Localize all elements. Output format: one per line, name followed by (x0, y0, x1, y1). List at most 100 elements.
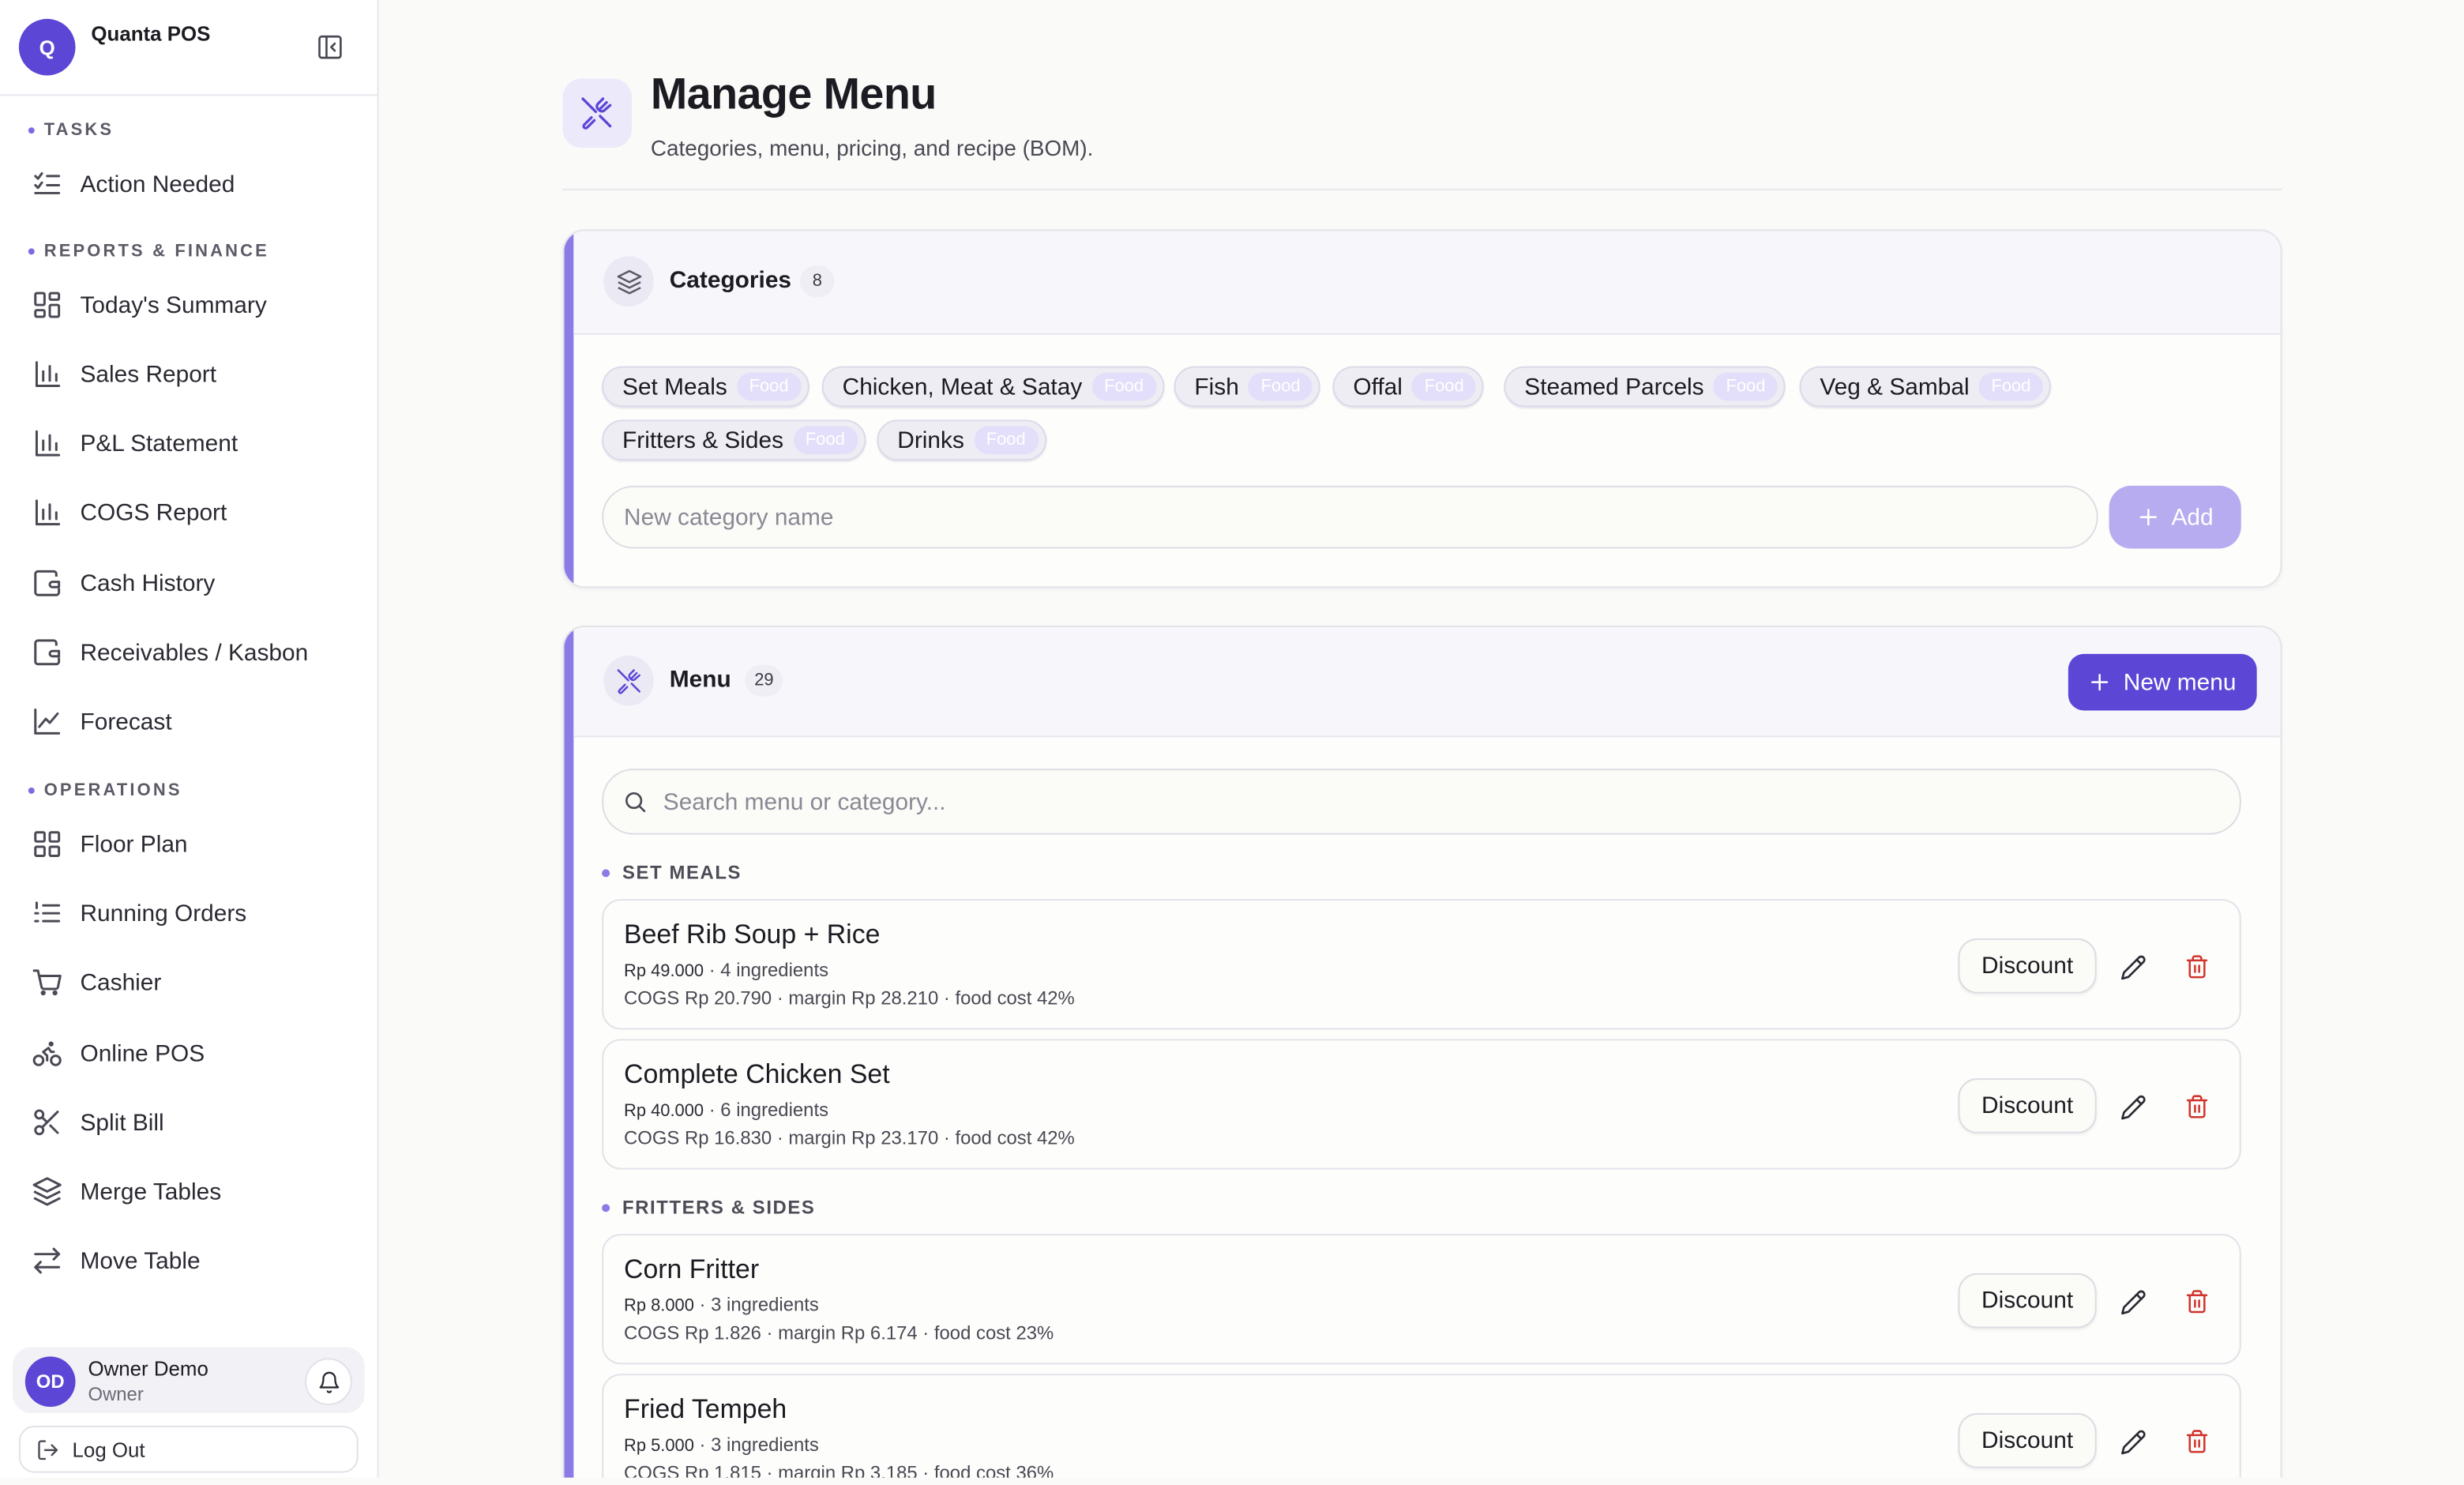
trash-icon (2186, 1095, 2208, 1118)
menu-item-ingredients: · 6 ingredients (708, 1099, 829, 1121)
menu-item-cogs: COGS Rp 16.830 · margin Rp 23.170 · food… (624, 1126, 1075, 1149)
chip-label: Steamed Parcels (1524, 373, 1704, 400)
chip-label: Drinks (897, 427, 964, 454)
new-category-input[interactable]: New category name (602, 485, 2098, 549)
categories-card: Categories 8 Set Meals Food Chicken, Meat… (562, 229, 2282, 588)
collapse-sidebar-button[interactable] (313, 32, 347, 63)
brand-logo: Q (18, 18, 76, 76)
pencil-icon (2120, 954, 2145, 979)
sidebar-item-label: Cash History (80, 570, 216, 597)
sidebar-item-move-table[interactable]: Move Table (19, 1232, 359, 1289)
chip-label: Fish (1194, 373, 1239, 400)
menu-item-price: Rp 8.000 (624, 1296, 694, 1316)
trash-icon (2186, 955, 2208, 979)
menu-item-row[interactable]: Corn Fritter Rp 8.000 · 3 ingredients CO… (602, 1234, 2241, 1365)
edit-button[interactable] (2116, 1089, 2150, 1124)
category-chip-fritters-sides[interactable]: Fritters & Sides Food (602, 419, 866, 461)
checklist-icon (34, 172, 61, 194)
discount-button[interactable]: Discount (1958, 1273, 2097, 1329)
category-chip-offal[interactable]: Offal Food (1332, 366, 1485, 408)
menu-item-name: Complete Chicken Set (624, 1059, 890, 1090)
menu-item-meta: Rp 40.000 · 6 ingredients (624, 1099, 828, 1121)
ordered-list-icon (34, 901, 61, 923)
menu-item-ingredients: · 3 ingredients (699, 1433, 819, 1456)
utensils-crossed-icon (616, 668, 640, 694)
sidebar-item-sales-report[interactable]: Sales Report (19, 346, 359, 403)
category-chip-drinks[interactable]: Drinks Food (877, 419, 1046, 461)
chip-label: Veg & Sambal (1820, 373, 1970, 400)
logout-icon (38, 1439, 58, 1460)
menu-group-title: FRITTERS & SIDES (602, 1196, 815, 1218)
discount-button[interactable]: Discount (1958, 1078, 2097, 1133)
sidebar-item-online-pos[interactable]: Online POS (19, 1024, 359, 1081)
new-menu-button[interactable]: New menu (2068, 653, 2257, 711)
menu-item-price: Rp 49.000 (624, 961, 704, 981)
sidebar-item-label: Move Table (80, 1247, 201, 1274)
sidebar-item-split-bill[interactable]: Split Bill (19, 1094, 359, 1151)
sidebar-item-cogs-report[interactable]: COGS Report (19, 484, 359, 541)
categories-title: Categories (669, 267, 792, 295)
sidebar-item-action-needed[interactable]: Action Needed (19, 156, 359, 212)
section-title-operations: OPERATIONS (28, 781, 182, 800)
card-accent-bar (564, 231, 574, 587)
category-chip-fish[interactable]: Fish Food (1174, 366, 1321, 408)
trash-icon (2186, 1290, 2208, 1314)
category-chip-veg-sambal[interactable]: Veg & Sambal Food (1799, 366, 2052, 408)
discount-button[interactable]: Discount (1958, 1413, 2097, 1468)
sidebar-item-label: Online POS (80, 1040, 205, 1067)
edit-button[interactable] (2116, 1284, 2150, 1319)
discount-button[interactable]: Discount (1958, 938, 2097, 994)
grid-icon (34, 831, 61, 858)
chip-label: Set Meals (622, 373, 727, 400)
bike-icon (32, 1041, 62, 1066)
menu-item-name: Corn Fritter (624, 1254, 760, 1284)
sidebar-item-forecast[interactable]: Forecast (19, 694, 359, 750)
category-chip-chicken-meat-satay[interactable]: Chicken, Meat & Satay Food (821, 366, 1164, 408)
sidebar-item-receivables[interactable]: Receivables / Kasbon (19, 624, 359, 681)
sidebar-item-running-orders[interactable]: Running Orders (19, 885, 359, 942)
brand-header: Q Quanta POS (0, 0, 377, 96)
chip-type-tag: Food (1713, 372, 1779, 401)
sidebar-item-pl-statement[interactable]: P&L Statement (19, 415, 359, 472)
sidebar-item-floor-plan[interactable]: Floor Plan (19, 816, 359, 873)
menu-item-row[interactable]: Beef Rib Soup + Rice Rp 49.000 · 4 ingre… (602, 899, 2241, 1030)
wallet-icon (34, 639, 61, 666)
delete-button[interactable] (2180, 1284, 2214, 1319)
utensils-crossed-icon (581, 97, 612, 130)
chip-type-tag: Food (793, 426, 858, 455)
sidebar-toggle-icon (318, 35, 342, 59)
menu-item-meta: Rp 8.000 · 3 ingredients (624, 1294, 819, 1316)
notifications-button[interactable] (305, 1358, 352, 1406)
sidebar-item-label: P&L Statement (80, 430, 239, 457)
delete-button[interactable] (2180, 1089, 2214, 1124)
add-category-button[interactable]: Add (2109, 485, 2241, 549)
menu-item-row[interactable]: Fried Tempeh Rp 5.000 · 3 ingredients CO… (602, 1374, 2241, 1478)
categories-icon-wrap (603, 256, 654, 307)
section-title-reports: REPORTS & FINANCE (28, 242, 269, 261)
main-content: Manage Menu Categories, menu, pricing, a… (379, 0, 2464, 1478)
menu-item-row[interactable]: Complete Chicken Set Rp 40.000 · 6 ingre… (602, 1039, 2241, 1170)
edit-button[interactable] (2116, 1424, 2150, 1459)
arrows-swap-icon (34, 1247, 61, 1274)
wallet-icon (34, 570, 61, 596)
delete-button[interactable] (2180, 949, 2214, 984)
category-chip-steamed-parcels[interactable]: Steamed Parcels Food (1504, 366, 1786, 408)
sidebar-item-merge-tables[interactable]: Merge Tables (19, 1164, 359, 1220)
delete-button[interactable] (2180, 1424, 2214, 1459)
category-chip-set-meals[interactable]: Set Meals Food (602, 366, 809, 408)
sidebar-item-cash-history[interactable]: Cash History (19, 555, 359, 611)
bell-icon (318, 1370, 339, 1393)
sidebar-item-label: Cashier (80, 968, 162, 996)
sidebar-item-todays-summary[interactable]: Today's Summary (19, 276, 359, 333)
menu-item-price: Rp 40.000 (624, 1101, 704, 1121)
chip-type-tag: Food (1411, 372, 1477, 401)
sidebar-item-cashier[interactable]: Cashier (19, 954, 359, 1011)
logout-button[interactable]: Log Out (18, 1425, 359, 1473)
menu-item-cogs: COGS Rp 1.826 · margin Rp 6.174 · food c… (624, 1321, 1054, 1344)
menu-search-input[interactable]: Search menu or category... (602, 769, 2241, 835)
brand-name: Quanta POS (91, 21, 211, 46)
chip-type-tag: Food (1248, 372, 1313, 401)
header-divider (562, 188, 2282, 190)
edit-button[interactable] (2116, 949, 2150, 984)
user-card: OD Owner Demo Owner (12, 1347, 365, 1414)
